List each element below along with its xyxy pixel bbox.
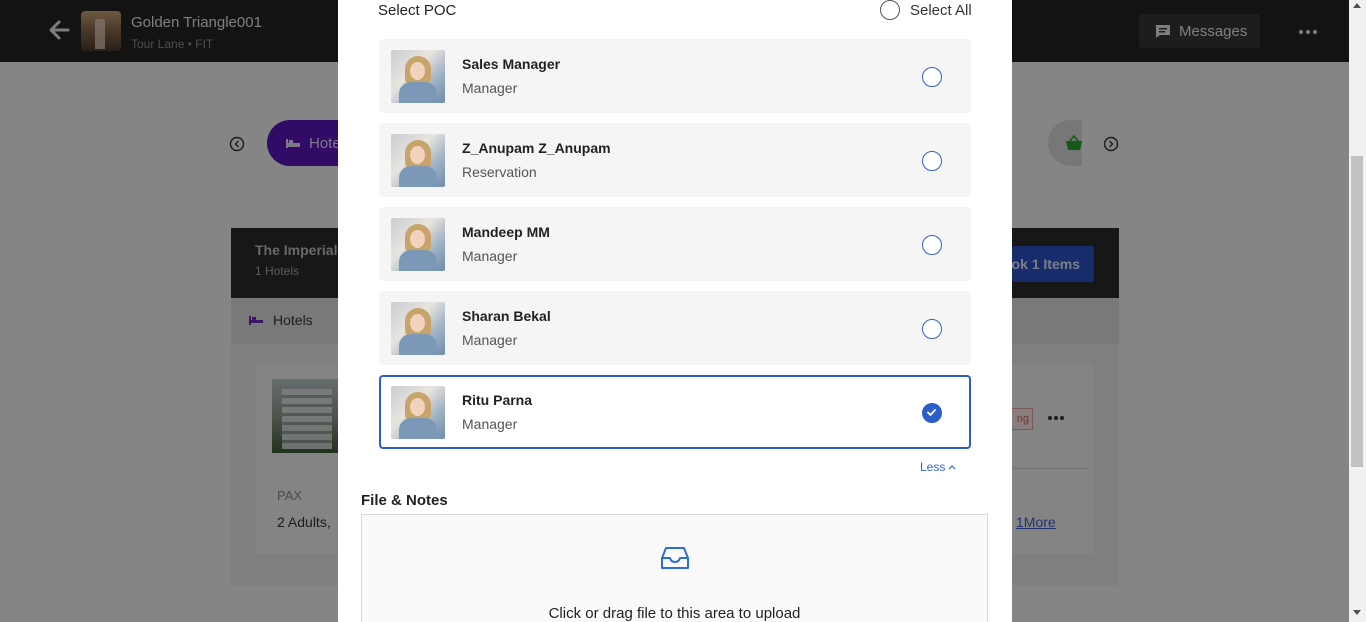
poc-section-title: Select POC: [378, 2, 457, 19]
avatar: [391, 218, 445, 271]
poc-role: Manager: [462, 80, 518, 96]
avatar: [391, 386, 445, 439]
poc-role: Manager: [462, 332, 518, 348]
scroll-down-arrow-icon[interactable]: [1353, 610, 1361, 615]
file-upload-dropzone[interactable]: Click or drag file to this area to uploa…: [361, 514, 988, 622]
less-toggle-link[interactable]: Less: [920, 460, 956, 474]
poc-name: Z_Anupam Z_Anupam: [462, 140, 611, 156]
poc-name: Sharan Bekal: [462, 308, 551, 324]
avatar: [391, 50, 445, 103]
select-all-label: Select All: [910, 1, 972, 19]
poc-name: Ritu Parna: [462, 392, 533, 408]
poc-radio[interactable]: [922, 67, 942, 87]
poc-radio-checked[interactable]: [922, 403, 942, 423]
poc-radio[interactable]: [922, 319, 942, 339]
poc-option-selected[interactable]: Ritu Parna Manager: [379, 375, 971, 449]
check-icon: [927, 409, 936, 416]
poc-option[interactable]: Sharan Bekal Manager: [379, 291, 971, 365]
poc-name: Sales Manager: [462, 56, 561, 72]
select-all-radio[interactable]: [880, 0, 900, 20]
avatar: [391, 134, 445, 187]
poc-role: Reservation: [462, 164, 537, 180]
poc-role: Manager: [462, 248, 518, 264]
avatar: [391, 302, 445, 355]
poc-option[interactable]: Z_Anupam Z_Anupam Reservation: [379, 123, 971, 197]
vertical-scrollbar[interactable]: [1349, 0, 1366, 622]
poc-option[interactable]: Mandeep MM Manager: [379, 207, 971, 281]
scroll-thumb[interactable]: [1351, 156, 1363, 467]
files-notes-title: File & Notes: [361, 492, 448, 509]
scroll-up-arrow-icon[interactable]: [1353, 3, 1361, 8]
select-all-option[interactable]: Select All: [880, 0, 972, 20]
less-label: Less: [920, 460, 946, 474]
poc-radio[interactable]: [922, 235, 942, 255]
inbox-icon: [661, 547, 689, 569]
poc-name: Mandeep MM: [462, 224, 550, 240]
poc-list: Sales Manager Manager Z_Anupam Z_Anupam …: [379, 39, 971, 459]
poc-option[interactable]: Sales Manager Manager: [379, 39, 971, 113]
select-poc-modal: Select POC Select All Sales Manager Mana…: [338, 0, 1012, 622]
chevron-up-icon: [948, 465, 956, 470]
upload-instructions: Click or drag file to this area to uploa…: [548, 605, 801, 622]
poc-radio[interactable]: [922, 151, 942, 171]
poc-role: Manager: [462, 416, 518, 432]
